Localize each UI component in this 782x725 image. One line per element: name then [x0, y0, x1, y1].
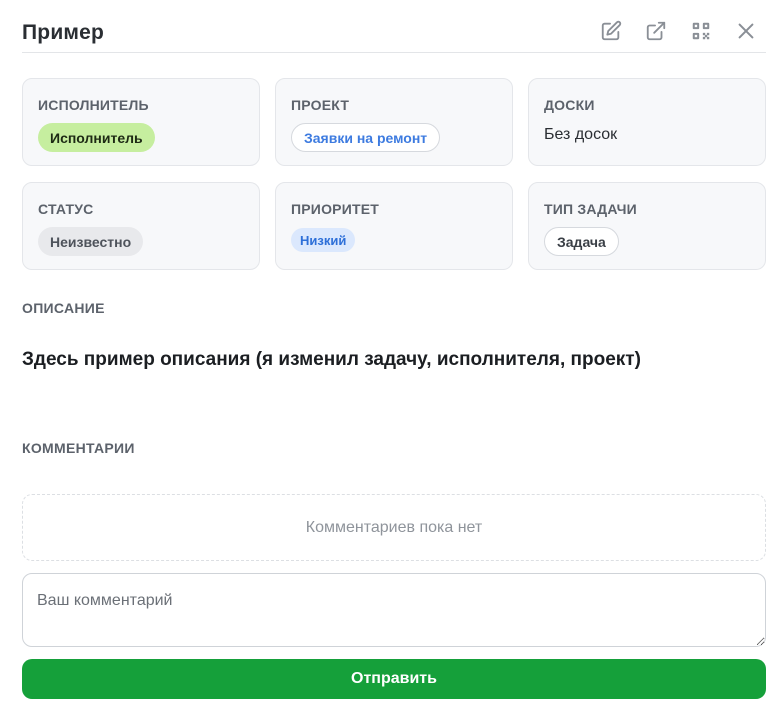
- boards-label: ДОСКИ: [544, 97, 595, 113]
- qr-code-icon: [692, 22, 710, 40]
- send-button[interactable]: Отправить: [22, 659, 766, 699]
- priority-badge[interactable]: Низкий: [291, 228, 356, 252]
- priority-label: ПРИОРИТЕТ: [291, 201, 379, 217]
- description-label: ОПИСАНИЕ: [22, 300, 105, 316]
- status-badge[interactable]: Неизвестно: [38, 227, 144, 256]
- comments-label: КОММЕНТАРИИ: [22, 440, 135, 456]
- qr-code-button[interactable]: [690, 20, 712, 42]
- boards-card: ДОСКИ Без досок: [528, 78, 766, 166]
- open-external-button[interactable]: [645, 20, 667, 42]
- close-button[interactable]: [735, 20, 757, 42]
- description-text: Здесь пример описания (я изменил задачу,…: [22, 349, 641, 370]
- assignee-card: ИСПОЛНИТЕЛЬ Исполнитель: [22, 78, 260, 166]
- task-type-badge[interactable]: Задача: [544, 227, 619, 256]
- status-card: СТАТУС Неизвестно: [22, 182, 260, 270]
- assignee-badge[interactable]: Исполнитель: [38, 123, 155, 152]
- priority-card: ПРИОРИТЕТ Низкий: [275, 182, 513, 270]
- task-header: Пример: [22, 14, 766, 53]
- close-icon: [738, 23, 754, 39]
- edit-icon: [601, 20, 622, 41]
- page-title: Пример: [22, 21, 105, 44]
- assignee-label: ИСПОЛНИТЕЛЬ: [38, 97, 149, 113]
- project-card: ПРОЕКТ Заявки на ремонт: [275, 78, 513, 166]
- edit-button[interactable]: [600, 20, 622, 42]
- comment-input[interactable]: [22, 573, 766, 647]
- boards-value: Без досок: [544, 126, 618, 143]
- project-badge[interactable]: Заявки на ремонт: [291, 123, 441, 152]
- task-type-label: ТИП ЗАДАЧИ: [544, 201, 637, 217]
- external-link-icon: [646, 21, 666, 41]
- status-label: СТАТУС: [38, 201, 94, 217]
- task-type-card: ТИП ЗАДАЧИ Задача: [528, 182, 766, 270]
- project-label: ПРОЕКТ: [291, 97, 350, 113]
- comments-empty-state: Комментариев пока нет: [22, 494, 766, 561]
